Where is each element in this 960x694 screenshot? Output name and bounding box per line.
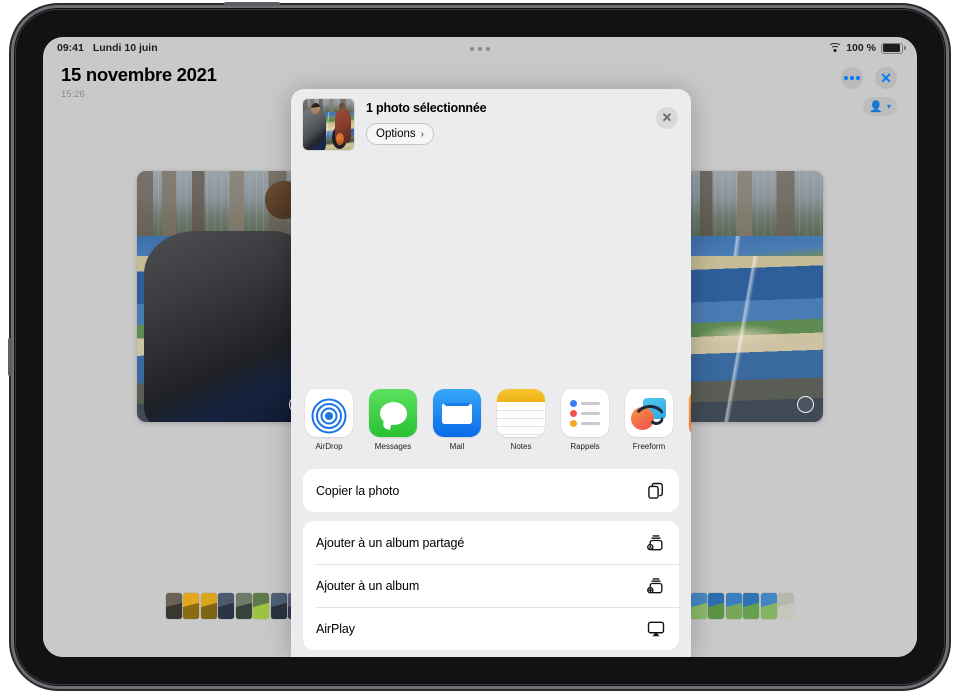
battery-icon xyxy=(881,42,906,54)
person-icon: 👤 xyxy=(869,101,883,113)
filmstrip-thumbnail[interactable] xyxy=(743,593,760,619)
page-title: 15 novembre 2021 xyxy=(61,64,217,85)
share-target-rappels[interactable]: Rappels xyxy=(561,389,609,463)
shared-album-icon xyxy=(646,533,666,553)
share-target-label: Messages xyxy=(374,442,412,451)
share-target-label: Freeform xyxy=(632,442,666,451)
filmstrip-thumbnail[interactable] xyxy=(183,593,200,619)
circle-unselected-icon[interactable] xyxy=(797,396,814,413)
add-album-icon xyxy=(646,576,666,596)
share-targets-row[interactable]: AirDrop Messages Mail Notes Rappels Freeform L xyxy=(291,379,691,463)
status-date: Lundi 10 juin xyxy=(92,42,158,54)
selected-photo-thumbnail[interactable] xyxy=(303,99,354,150)
filmstrip-thumbnail[interactable] xyxy=(270,593,287,619)
wifi-icon xyxy=(828,43,842,53)
close-button[interactable]: ✕ xyxy=(875,67,897,89)
battery-percent-label: 100 % xyxy=(846,42,876,54)
participants-button[interactable]: 👤 ▾ xyxy=(863,97,897,116)
freeform-icon xyxy=(625,389,673,437)
share-target-airdrop[interactable]: AirDrop xyxy=(305,389,353,463)
more-options-button[interactable] xyxy=(841,67,863,89)
share-sheet-header: 1 photo sélectionnée Options › ✕ xyxy=(291,89,691,157)
action-group: Copier la photo xyxy=(303,469,679,512)
messages-icon xyxy=(369,389,417,437)
filmstrip-thumbnail[interactable] xyxy=(690,593,707,619)
action-row-add-album[interactable]: Ajouter à un album xyxy=(303,564,679,607)
filmstrip-thumbnail[interactable] xyxy=(200,593,217,619)
power-button[interactable] xyxy=(224,2,280,6)
topbar-actions: ✕ xyxy=(841,67,897,89)
filmstrip-thumbnail[interactable] xyxy=(708,593,725,619)
filmstrip-thumbnail[interactable] xyxy=(760,593,777,619)
multitasking-handle[interactable] xyxy=(470,47,490,51)
action-label: Copier la photo xyxy=(316,483,400,498)
action-label: Ajouter à un album partagé xyxy=(316,535,465,550)
action-row-airplay[interactable]: AirPlay xyxy=(303,607,679,650)
share-target-notes[interactable]: Notes xyxy=(497,389,545,463)
filmstrip-thumbnail[interactable] xyxy=(218,593,235,619)
options-button[interactable]: Options › xyxy=(366,123,434,145)
photo-previous[interactable] xyxy=(137,171,315,422)
status-bar-left: 09:41 Lundi 10 juin xyxy=(57,42,158,54)
filmstrip-thumbnail[interactable] xyxy=(253,593,270,619)
options-label: Options xyxy=(376,128,416,140)
share-target-label: Mail xyxy=(449,442,465,451)
share-sheet: 1 photo sélectionnée Options › ✕ AirDrop… xyxy=(291,89,691,657)
share-sheet-close-button[interactable]: ✕ xyxy=(656,107,678,129)
chevron-right-icon: › xyxy=(420,128,424,140)
share-sheet-title: 1 photo sélectionnée xyxy=(366,101,487,115)
books-icon xyxy=(689,389,691,437)
action-row-shared-album[interactable]: Ajouter à un album partagé xyxy=(303,521,679,564)
close-x-icon: ✕ xyxy=(661,110,673,125)
reminders-icon xyxy=(561,389,609,437)
airdrop-icon xyxy=(305,389,353,437)
share-target-label: Notes xyxy=(510,442,532,451)
photo-date-header: 15 novembre 2021 15:26 xyxy=(61,64,217,100)
status-bar-right: 100 % xyxy=(828,42,906,54)
share-actions-area: Copier la photo Ajouter à un album partag… xyxy=(291,463,691,650)
filmstrip-thumbnail[interactable] xyxy=(725,593,742,619)
ipad-device-frame: 09:41 Lundi 10 juin 100 % 15 novembre 20… xyxy=(8,2,946,686)
photo-time-label: 15:26 xyxy=(61,89,85,100)
action-row-copy[interactable]: Copier la photo xyxy=(303,469,679,512)
share-target-freeform[interactable]: Freeform xyxy=(625,389,673,463)
action-label: Ajouter à un album xyxy=(316,578,420,593)
action-group: Ajouter à un album partagé Ajouter à un a… xyxy=(303,521,679,650)
filmstrip-thumbnail[interactable] xyxy=(778,593,795,619)
share-sheet-preview-spacer xyxy=(291,157,691,379)
more-dots-icon xyxy=(844,76,860,80)
chevron-down-icon: ▾ xyxy=(886,102,891,111)
status-time: 09:41 xyxy=(57,42,84,54)
share-sheet-head-text: 1 photo sélectionnée Options › xyxy=(366,99,679,157)
share-target-l[interactable]: L xyxy=(689,389,691,463)
notes-icon xyxy=(497,389,545,437)
share-target-mail[interactable]: Mail xyxy=(433,389,481,463)
share-target-label: L xyxy=(689,442,691,451)
close-x-icon: ✕ xyxy=(880,70,892,86)
share-target-messages[interactable]: Messages xyxy=(369,389,417,463)
airplay-icon xyxy=(646,619,666,639)
copy-icon xyxy=(646,481,666,501)
filmstrip-thumbnail[interactable] xyxy=(235,593,252,619)
mail-icon xyxy=(433,389,481,437)
ipad-screen: 09:41 Lundi 10 juin 100 % 15 novembre 20… xyxy=(43,37,917,657)
volume-button[interactable] xyxy=(8,338,12,376)
share-target-label: Rappels xyxy=(570,442,600,451)
action-label: AirPlay xyxy=(316,621,355,636)
share-target-label: AirDrop xyxy=(315,442,343,451)
filmstrip-thumbnail[interactable] xyxy=(165,593,182,619)
